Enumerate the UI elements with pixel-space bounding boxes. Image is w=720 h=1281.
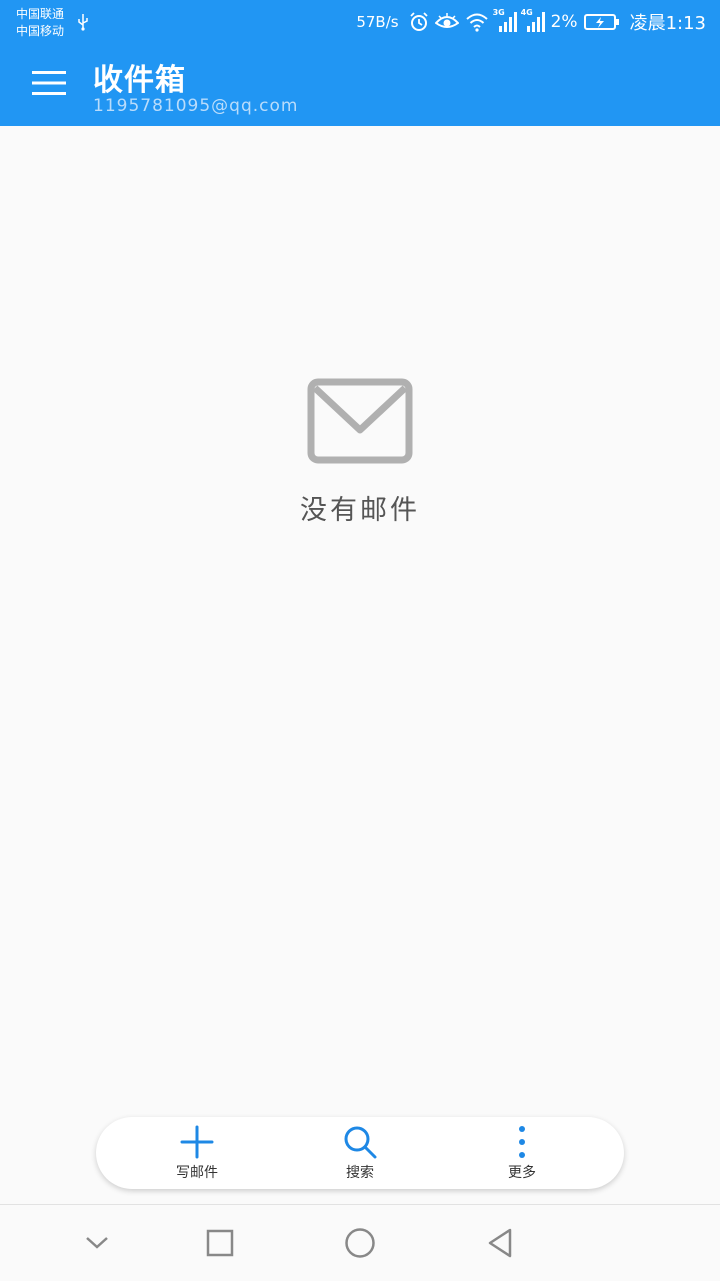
signal-1: 3G (493, 8, 517, 32)
signal-2: 4G (521, 8, 545, 32)
toolbar: 收件箱 1195781095@qq.com (0, 44, 720, 126)
carrier-2: 中国移动 (16, 24, 65, 38)
signal-2-type: 4G (520, 8, 533, 17)
more-vertical-icon (519, 1126, 525, 1158)
net-speed: 57B/s (356, 13, 399, 31)
back-icon (488, 1228, 512, 1258)
envelope-icon (307, 378, 413, 464)
menu-button[interactable] (22, 58, 76, 108)
more-label: 更多 (508, 1165, 536, 1181)
plus-icon (180, 1125, 214, 1159)
search-icon (344, 1126, 377, 1159)
nav-back-button[interactable] (478, 1223, 522, 1263)
status-indicators: 57B/s 3G 4G 2% 凌晨1:13 (356, 8, 706, 34)
nav-hide-button[interactable] (75, 1223, 119, 1263)
signal-1-type: 3G (492, 8, 505, 17)
carrier-1: 中国联通 (16, 7, 65, 21)
status-bar: 中国联通 中国移动 57B/s 3G 4G 2% 凌晨1:13 (0, 0, 720, 44)
nav-recents-button[interactable] (198, 1223, 242, 1263)
battery-percent: 2% (550, 12, 578, 32)
more-button[interactable]: 更多 (467, 1117, 577, 1189)
alarm-icon (409, 12, 428, 31)
wifi-icon (465, 13, 488, 32)
usb-icon (78, 14, 88, 31)
empty-message: 没有邮件 (300, 495, 420, 526)
empty-state: 没有邮件 (0, 378, 720, 527)
app-header: 中国联通 中国移动 57B/s 3G 4G 2% 凌晨1:13 收件箱 1195… (0, 0, 720, 126)
nav-home-button[interactable] (338, 1223, 382, 1263)
search-button[interactable]: 搜索 (305, 1117, 415, 1189)
compose-label: 写邮件 (176, 1165, 218, 1181)
carrier-info: 中国联通 中国移动 (16, 6, 64, 40)
account-email: 1195781095@qq.com (93, 96, 299, 116)
system-nav-bar (0, 1204, 720, 1281)
page-title: 收件箱 (93, 63, 186, 98)
recent-apps-icon (206, 1229, 234, 1257)
battery-icon (583, 14, 619, 30)
hamburger-menu-icon (32, 71, 66, 95)
home-icon (345, 1228, 375, 1258)
search-label: 搜索 (346, 1165, 374, 1181)
eye-icon (434, 13, 459, 28)
compose-button[interactable]: 写邮件 (142, 1117, 252, 1189)
clock: 凌晨1:13 (629, 13, 706, 34)
chevron-down-icon (86, 1237, 108, 1249)
bottom-action-bar: 写邮件 搜索 更多 (96, 1117, 624, 1189)
